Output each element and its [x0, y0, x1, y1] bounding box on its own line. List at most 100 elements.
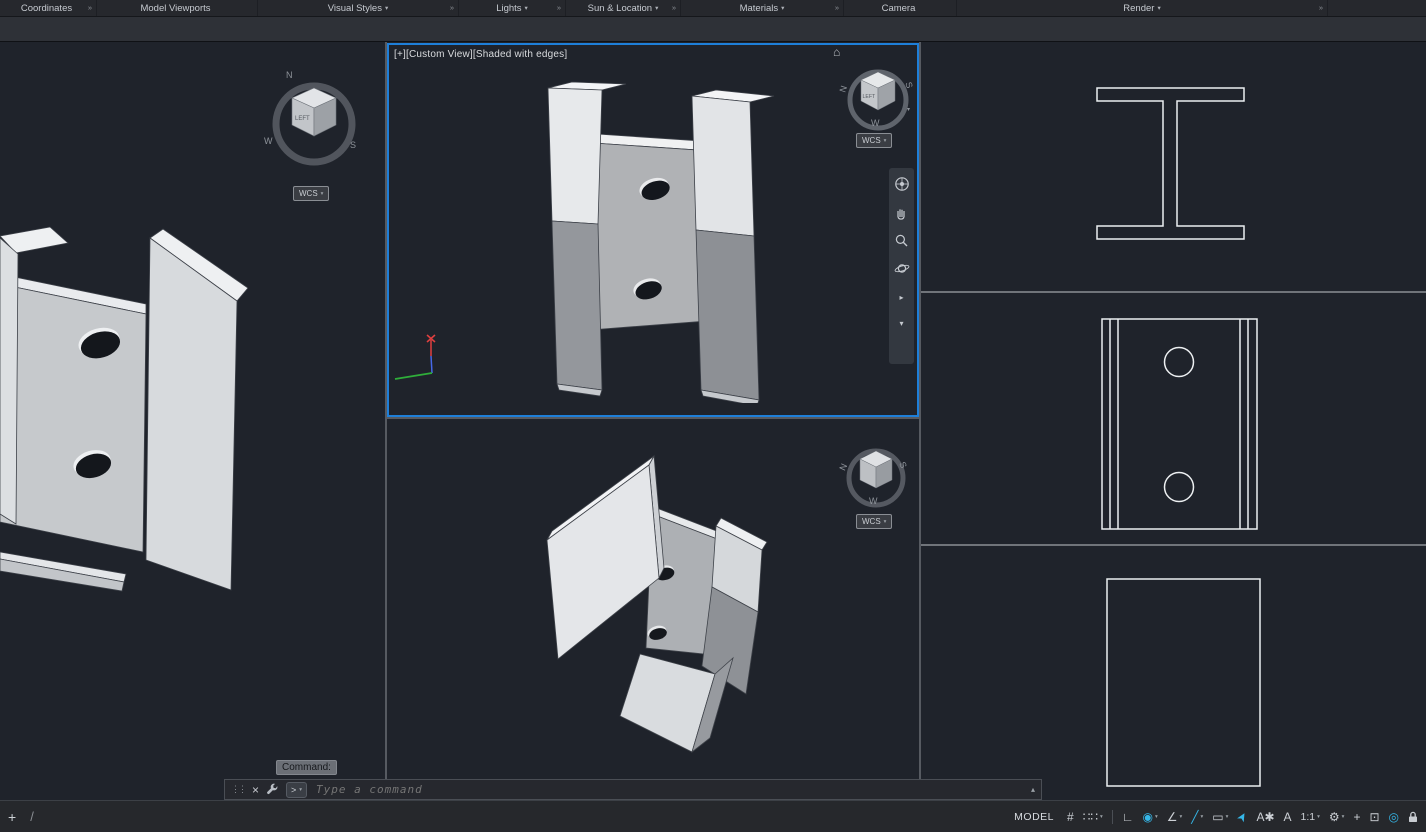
command-line[interactable]: ⋮⋮ × > ▾ ▴ — [224, 779, 1042, 800]
status-bar: + / MODEL # ∷∷ ▾ ∟ ◉ ▾ ∠ ▾ ╱ ▾ ▭ ▾ ➤ A✱ … — [0, 800, 1426, 832]
chevron-down-icon[interactable]: ▾ — [1342, 814, 1345, 820]
panel-flyout-icon[interactable]: » — [88, 3, 92, 12]
quick-properties-toggle[interactable]: ⊡ — [1369, 810, 1379, 824]
wcs-selector[interactable]: WCS ▾ — [856, 133, 892, 148]
object-snap-toggle[interactable]: ╱ ▾ — [1191, 810, 1203, 824]
chevron-down-icon[interactable]: ▾ — [1180, 814, 1183, 820]
recent-commands-button[interactable]: > ▾ — [286, 782, 307, 798]
beam-3d-left-viewport[interactable] — [0, 222, 248, 594]
viewcube-face-label: LEFT — [295, 116, 310, 122]
plus-icon: + — [1353, 810, 1360, 824]
ribbon-collapsed-strip — [0, 16, 1426, 42]
close-icon[interactable]: × — [252, 783, 259, 797]
compass-letter-w[interactable]: W — [869, 496, 878, 506]
orbit-icon[interactable] — [894, 261, 910, 276]
workspace-switcher[interactable]: ⚙ ▾ — [1329, 810, 1345, 824]
beam-right-flange — [146, 229, 248, 590]
panel-label: Visual Styles — [328, 3, 382, 14]
selection-cycling-toggle[interactable]: ➤ — [1237, 810, 1247, 824]
drawing-area[interactable]: [+][Custom View][Shaded with edges] LEFT… — [0, 41, 1426, 800]
viewport-divider-center — [387, 417, 919, 419]
panel-flyout-icon[interactable]: » — [835, 3, 839, 12]
viewcube-active-viewport[interactable]: LEFT N S W ▾ — [838, 58, 918, 138]
viewcube-home-icon[interactable]: ⌂ — [833, 45, 840, 59]
navigation-wheel-icon[interactable] — [894, 176, 910, 192]
lock-ui-toggle[interactable] — [1408, 811, 1418, 823]
autocad-window: { "ribbon": { "panels": [ {"label":"Coor… — [0, 0, 1426, 832]
chevron-down-icon[interactable]: ▾ — [1201, 814, 1204, 820]
viewcube-menu-arrow[interactable]: ▾ — [907, 106, 910, 113]
navigation-bar[interactable]: ▸ ▾ — [889, 168, 914, 364]
panel-flyout-icon[interactable]: » — [1319, 3, 1323, 12]
compass-letter-n[interactable]: N — [286, 70, 293, 80]
viewport-controls: [+][Custom View][Shaded with edges] — [394, 49, 567, 60]
viewcube-left-viewport[interactable]: LEFT N W S — [262, 70, 366, 174]
ribbon-panel-camera[interactable]: Camera — [844, 0, 957, 16]
grid-display-toggle[interactable]: # — [1067, 810, 1074, 824]
viewcube-graphic[interactable]: LEFT — [262, 70, 366, 174]
panel-label: Materials — [740, 3, 779, 14]
polar-tracking-toggle[interactable]: ◉ ▾ — [1143, 810, 1158, 824]
viewport-menu-control[interactable]: [+] — [394, 49, 406, 60]
beam-left-flange — [547, 456, 664, 659]
drag-handle-icon[interactable]: ⋮⋮ — [231, 784, 245, 795]
zoom-icon[interactable] — [894, 233, 909, 248]
panel-flyout-icon[interactable]: » — [672, 3, 676, 12]
new-layout-plus-icon[interactable]: + — [8, 809, 16, 825]
beam-3d-bottom-viewport[interactable] — [540, 452, 775, 762]
compass-letter-w[interactable]: W — [264, 136, 273, 146]
navbar-expand-icon[interactable]: ▾ — [899, 319, 903, 328]
chevron-down-icon: ▾ — [884, 519, 887, 525]
isolate-objects-toggle[interactable]: ◎ — [1389, 810, 1399, 824]
chevron-down-icon[interactable]: ▾ — [1226, 814, 1229, 820]
ribbon-panel-model-viewports[interactable]: Model Viewports — [97, 0, 258, 16]
customization-button[interactable]: + — [1353, 810, 1360, 824]
chevron-down-icon[interactable]: ▾ — [1317, 814, 1320, 820]
wcs-selector[interactable]: WCS ▾ — [293, 186, 329, 201]
chevron-down-icon[interactable]: ▾ — [1100, 814, 1103, 820]
viewcube-bottom-viewport[interactable]: N S W — [838, 438, 914, 514]
command-input[interactable] — [314, 782, 618, 797]
annotation-scale-value: 1:1 — [1301, 811, 1316, 823]
annotation-autoscale-toggle[interactable]: A — [1284, 810, 1292, 824]
wcs-label: WCS — [862, 136, 881, 145]
dynamic-ucs-toggle[interactable]: ∟ — [1122, 810, 1134, 824]
pan-hand-icon[interactable] — [894, 205, 909, 220]
object-snap-tracking-toggle[interactable]: ∠ ▾ — [1167, 810, 1183, 824]
panel-label: Camera — [882, 3, 916, 14]
navbar-showmotion-icon[interactable]: ▸ — [899, 293, 903, 302]
selection-effects-toggle[interactable]: ▭ ▾ — [1212, 810, 1228, 824]
viewport-view-control[interactable]: [Custom View] — [406, 49, 473, 60]
model-space-button[interactable]: MODEL — [1010, 810, 1058, 824]
isolate-objects-icon: ◎ — [1389, 810, 1399, 824]
viewcube-face-label: LEFT — [863, 94, 877, 100]
command-expand-icon[interactable]: ▴ — [1031, 785, 1035, 794]
chevron-down-icon[interactable]: ▾ — [1155, 814, 1158, 820]
viewport-style-control[interactable]: [Shaded with edges] — [473, 49, 567, 60]
ribbon-panel-render[interactable]: Render ▾ » — [957, 0, 1328, 16]
tracking-angle-icon: ∠ — [1167, 810, 1178, 824]
grid-icon: # — [1067, 810, 1074, 824]
panel-dropdown-icon: ▾ — [655, 4, 658, 12]
statusbar-separator — [1112, 810, 1113, 824]
statusbar-right-group: MODEL # ∷∷ ▾ ∟ ◉ ▾ ∠ ▾ ╱ ▾ ▭ ▾ ➤ A✱ A 1:… — [1010, 810, 1418, 824]
compass-letter-w[interactable]: W — [871, 118, 880, 128]
ribbon-panel-coordinates[interactable]: Coordinates » — [0, 0, 97, 16]
ribbon-panel-materials[interactable]: Materials ▾ » — [681, 0, 844, 16]
panel-flyout-icon[interactable]: » — [557, 3, 561, 12]
compass-letter-s[interactable]: S — [350, 140, 356, 150]
ribbon-filler — [1328, 0, 1426, 16]
ribbon-panel-lights[interactable]: Lights ▾ » — [459, 0, 566, 16]
panel-dropdown-icon: ▾ — [385, 4, 388, 12]
annotation-visibility-toggle[interactable]: A✱ — [1256, 810, 1274, 824]
annotation-scale-selector[interactable]: 1:1 ▾ — [1301, 811, 1320, 823]
ribbon-panel-visual-styles[interactable]: Visual Styles ▾ » — [258, 0, 459, 16]
ribbon-panel-sun-location[interactable]: Sun & Location ▾ » — [566, 0, 681, 16]
wireframe-projection-views[interactable] — [920, 41, 1426, 800]
wcs-selector[interactable]: WCS ▾ — [856, 514, 892, 529]
beam-bottom-flange — [0, 552, 126, 591]
panel-flyout-icon[interactable]: » — [450, 3, 454, 12]
customize-wrench-icon[interactable] — [266, 783, 279, 796]
snap-mode-toggle[interactable]: ∷∷ ▾ — [1083, 810, 1103, 824]
annotation-autoscale-icon: A — [1284, 810, 1292, 824]
